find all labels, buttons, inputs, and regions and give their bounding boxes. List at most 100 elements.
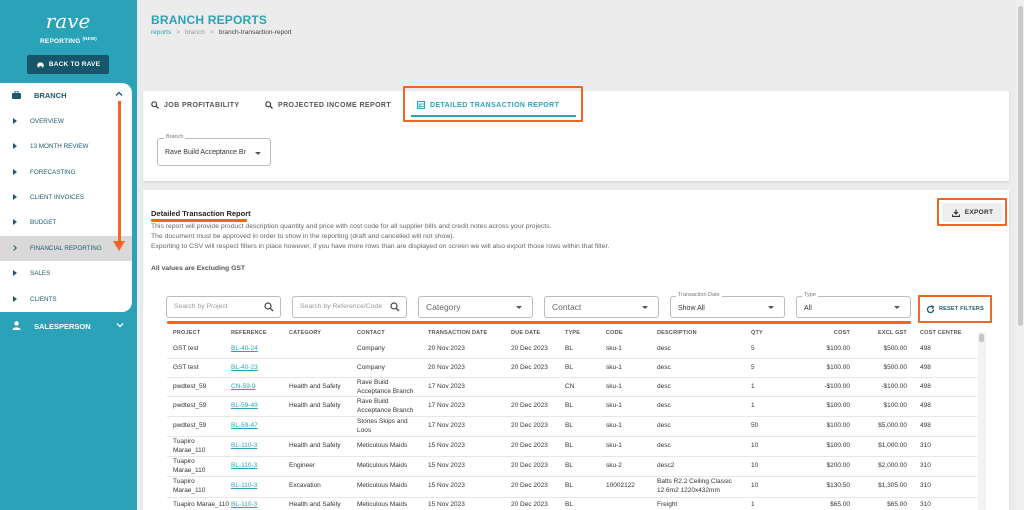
cell-contact: Rave Build Acceptance Branch [357, 398, 414, 414]
cell-type: BL [565, 364, 573, 371]
cell-contact: Company [357, 364, 385, 371]
cell-category: Engineer [289, 462, 316, 469]
tab-projected-income-report[interactable]: PROJECTED INCOME REPORT [265, 98, 391, 112]
dropdown-arrow-icon [768, 306, 774, 309]
sidebar-item-overview[interactable]: OVERVIEW [0, 109, 132, 134]
cell-reference-link[interactable]: BL-110-3 [231, 462, 257, 471]
sidebar-item-sales[interactable]: SALES [0, 261, 132, 286]
branch-select-value: Rave Build Acceptance Br [165, 149, 246, 156]
column-header[interactable]: QTY [751, 330, 763, 336]
column-header[interactable]: TYPE [565, 330, 580, 336]
tab-label: PROJECTED INCOME REPORT [278, 101, 392, 109]
dropdown-arrow-icon [894, 306, 900, 309]
cell-reference-link[interactable]: BL-110-3 [231, 442, 257, 451]
dropdown-arrow-icon [516, 306, 522, 309]
cell-excl-gst: $1,000.00 [878, 442, 907, 449]
cell-project: GST test [173, 345, 199, 352]
back-to-rave-button[interactable]: BACK TO RAVE [27, 55, 109, 74]
cell-category: Health and Safety [289, 442, 341, 449]
cell-category: Health and Safety [289, 383, 341, 390]
dropdown-arrow-icon [255, 152, 261, 155]
column-header[interactable]: REFERENCE [231, 330, 267, 336]
page-scrollbar-thumb[interactable] [1018, 6, 1023, 326]
sidebar-item-client-invoices[interactable]: CLIENT INVOICES [0, 185, 132, 210]
column-header[interactable]: TRANSACTION DATE [428, 330, 487, 336]
breadcrumb: reports > branch > branch-transaction-report [151, 29, 292, 36]
salesperson-label: SALESPERSON [34, 322, 91, 331]
cell-description: desc [657, 442, 671, 449]
sidebar-section-branch[interactable]: BRANCH [0, 83, 132, 107]
cell-cost-centre: 310 [920, 482, 931, 489]
cell-type: BL [565, 462, 573, 469]
column-header[interactable]: CONTACT [357, 330, 385, 336]
cell-project: Tuapiro Marae_110 [173, 501, 230, 508]
sidebar-item-clients[interactable]: CLIENTS [0, 287, 132, 312]
contact-select[interactable]: Contact [544, 296, 659, 318]
cell-due-date: 20 Dec 2023 [511, 364, 548, 371]
column-header[interactable]: COST CENTRE [920, 330, 962, 336]
transaction-date-value: Show All [678, 305, 705, 312]
cell-transaction-date: 15 Nov 2023 [428, 501, 465, 508]
branch-select[interactable]: Branch Rave Build Acceptance Br [157, 134, 271, 166]
column-header[interactable]: PROJECT [173, 330, 200, 336]
sidebar-item-label: CLIENTS [30, 296, 57, 303]
type-select[interactable]: Type All [796, 292, 911, 318]
sidebar-item-13-month-review[interactable]: 13 MONTH REVIEW [0, 134, 132, 159]
column-header[interactable]: DUE DATE [511, 330, 540, 336]
cell-contact: Stones Skips and Loos [357, 418, 408, 434]
cell-due-date: 20 Dec 2023 [511, 482, 548, 489]
page-scrollbar[interactable] [1016, 0, 1024, 510]
table-scrollbar[interactable] [978, 332, 986, 510]
column-header[interactable]: EXCL GST [857, 330, 907, 336]
column-header[interactable]: COST [803, 330, 850, 336]
sidebar-item-label: BUDGET [30, 219, 57, 226]
type-legend: Type [802, 292, 818, 298]
column-header[interactable]: CATEGORY [289, 330, 321, 336]
page-title: BRANCH REPORTS [151, 13, 268, 27]
sidebar-item-budget[interactable]: BUDGET [0, 210, 132, 235]
cell-reference-link[interactable]: CN-59-9 [231, 383, 256, 392]
transaction-date-select[interactable]: Transaction Date Show All [670, 292, 785, 318]
cell-type: BL [565, 345, 573, 352]
category-select[interactable]: Category [418, 296, 533, 318]
caret-right-icon [13, 296, 17, 302]
cell-cost: $100.00 [826, 422, 851, 429]
annotation-underline-heading [151, 219, 247, 222]
column-header[interactable]: DESCRIPTION [657, 330, 697, 336]
cell-reference-link[interactable]: BL-59-49 [231, 402, 258, 411]
caret-right-icon [13, 270, 17, 276]
briefcase-icon [12, 91, 21, 99]
branch-label: BRANCH [34, 91, 67, 100]
breadcrumb-branch[interactable]: branch [185, 29, 205, 36]
cell-excl-gst: $5,000.00 [878, 422, 907, 429]
column-header[interactable]: CODE [606, 330, 623, 336]
caret-right-icon [13, 118, 17, 124]
cell-cost-centre: 498 [920, 402, 931, 409]
cell-reference-link[interactable]: BL-40-23 [231, 364, 258, 373]
cell-reference-link[interactable]: BL-110-3 [231, 501, 257, 510]
breadcrumb-current: branch-transaction-report [218, 29, 292, 36]
table-header: PROJECT REFERENCE CATEGORY CONTACT TRANS… [167, 327, 977, 340]
cell-type: BL [565, 442, 573, 449]
search-project-input[interactable]: Search by Project [166, 296, 281, 318]
cell-transaction-date: 15 Nov 2023 [428, 462, 465, 469]
search-icon [390, 302, 400, 312]
cell-project: Tuapiro Marae_110 [173, 438, 206, 454]
search-reference-input[interactable]: Search by Reference/Code [292, 296, 407, 318]
user-icon [12, 321, 21, 330]
table-scrollbar-thumb[interactable] [979, 334, 984, 342]
cell-reference-link[interactable]: BL-40-24 [231, 345, 258, 354]
sidebar-item-forecasting[interactable]: FORECASTING [0, 160, 132, 185]
cell-type: BL [565, 482, 573, 489]
sidebar-section-salesperson[interactable]: SALESPERSON [0, 317, 137, 335]
breadcrumb-reports[interactable]: reports [151, 29, 171, 36]
tab-job-profitability[interactable]: JOB PROFITABILITY [151, 98, 240, 112]
cell-cost-centre: 498 [920, 364, 931, 371]
caret-right-icon [13, 143, 17, 149]
cell-code: sku-1 [606, 383, 622, 390]
cell-reference-link[interactable]: BL-59-47 [231, 422, 258, 431]
cell-transaction-date: 20 Nov 2023 [428, 364, 465, 371]
cell-description: desc [657, 345, 671, 352]
cell-reference-link[interactable]: BL-110-3 [231, 482, 257, 491]
table-row: GST test BL-40-23 Company 20 Nov 2023 20… [167, 359, 977, 378]
